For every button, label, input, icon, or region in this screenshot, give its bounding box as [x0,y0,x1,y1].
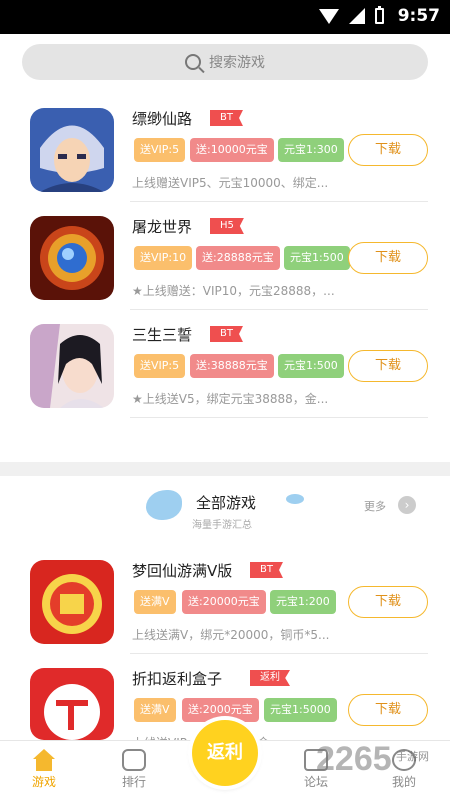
tab-label: 排行 [121,775,146,789]
cloud-decoration-icon [286,494,304,504]
coin-chip: 元宝1:300 [278,138,344,162]
watermark-logo: 2265 [316,740,392,778]
coin-chip: 元宝1:500 [284,246,350,270]
search-placeholder: 搜索游戏 [209,55,265,71]
download-button[interactable]: 下载 [348,134,428,166]
cloud-decoration-icon [146,490,182,520]
game-name: 三生三誓 [132,326,193,344]
download-button[interactable]: 下载 [348,350,428,382]
home-icon [32,749,56,771]
game-tag: BT [210,110,243,126]
game-icon [30,324,114,408]
coin-chip: 元宝1:500 [278,354,344,378]
divider [130,309,428,310]
game-icon [30,668,114,740]
coin-chip: 元宝1:5000 [264,698,337,722]
game-item[interactable]: 梦回仙游满V版 BT 送满V 送:20000元宝 元宝1:200 下载 上线送满… [0,548,450,654]
download-button[interactable]: 下载 [348,586,428,618]
status-bar: 9:57 [0,0,450,34]
more-link[interactable]: 更多 [364,498,386,514]
status-icons [319,6,384,24]
game-tag: BT [210,326,243,342]
tab-games[interactable]: 游戏 [14,749,74,790]
download-button[interactable]: 下载 [348,694,428,726]
gift-chip: 送:10000元宝 [190,138,274,162]
gift-chip: 送:20000元宝 [182,590,266,614]
signal-icon [349,8,365,24]
coin-chip: 元宝1:200 [270,590,336,614]
search-icon [185,54,201,70]
vip-chip: 送VIP:5 [134,354,186,378]
chevron-right-icon[interactable]: › [398,496,416,514]
vip-chip: 送满V [134,698,176,722]
wifi-icon [319,8,339,24]
game-name: 梦回仙游满V版 [132,562,233,580]
section-subtitle: 海量手游汇总 [192,520,252,531]
game-icon [30,560,114,644]
gift-chip: 送:38888元宝 [190,354,274,378]
game-icon [30,216,114,300]
tab-rank[interactable]: 排行 [104,749,164,790]
status-time: 9:57 [397,6,440,26]
gift-chip: 送:28888元宝 [196,246,280,270]
section-title: 全部游戏 [196,494,257,512]
divider [130,201,428,202]
game-item[interactable]: 三生三誓 BT 送VIP:5 送:38888元宝 元宝1:500 下载 ★上线送… [0,312,450,418]
watermark-text: 手游网 [396,750,429,763]
divider [130,653,428,654]
game-name: 屠龙世界 [132,218,193,236]
game-item[interactable]: 屠龙世界 H5 送VIP:10 送:28888元宝 元宝1:500 下载 ★上线… [0,204,450,310]
section-divider [0,462,450,476]
game-item[interactable]: 缥缈仙路 BT 送VIP:5 送:10000元宝 元宝1:300 下载 上线赠送… [0,96,450,202]
tab-label: 游戏 [31,775,56,789]
all-games-header: 全部游戏 海量手游汇总 更多 › [0,476,450,546]
tab-label: 我的 [391,775,416,789]
game-icon [30,108,114,192]
battery-icon [375,6,384,24]
vip-chip: 送满V [134,590,176,614]
game-description: 上线赠送VIP5、元宝10000、绑定... [132,176,329,190]
gamepad-icon [122,749,146,771]
game-name: 缥缈仙路 [132,110,193,128]
search-input[interactable]: 搜索游戏 [22,44,428,80]
download-button[interactable]: 下载 [348,242,428,274]
divider [130,417,428,418]
rebate-button[interactable]: 返利 [192,720,258,786]
game-name: 折扣返利盒子 [132,670,223,688]
game-description: ★上线送V5，绑定元宝38888，金... [132,392,329,406]
search-area: 搜索游戏 [0,34,450,92]
vip-chip: 送VIP:10 [134,246,193,270]
game-tag: 返利 [250,670,290,686]
game-tag: BT [250,562,283,578]
game-description: 上线送满V，绑元*20000，铜币*5... [132,628,330,642]
game-description: ★上线赠送：VIP10，元宝28888，... [132,284,335,298]
vip-chip: 送VIP:5 [134,138,186,162]
game-tag: H5 [210,218,244,234]
gift-chip: 送:2000元宝 [182,698,259,722]
